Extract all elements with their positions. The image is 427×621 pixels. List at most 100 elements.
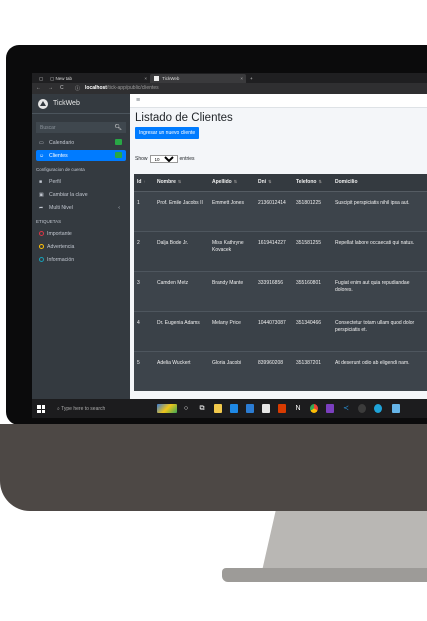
store-icon[interactable] <box>246 404 254 413</box>
status-badge <box>115 139 122 145</box>
add-client-button[interactable]: Ingresar un nuevo cliente <box>135 127 200 139</box>
cell-dni: 333916856 <box>255 270 293 311</box>
entries-label: entries <box>179 156 195 162</box>
cell-id: 3 <box>134 270 154 311</box>
browser-address-bar: ← → C ⓘ localhost/tick-app/public/client… <box>32 83 427 94</box>
monitor-stand-base <box>222 568 427 582</box>
vscode-icon[interactable]: ≺ <box>342 404 350 413</box>
column-header-id[interactable]: Id ↑ <box>134 174 154 192</box>
reload-icon[interactable]: C <box>60 85 64 91</box>
sidebar-item-label: Cambiar la clave <box>49 191 88 198</box>
chrome-icon[interactable] <box>310 404 318 413</box>
back-icon[interactable]: ← <box>36 85 41 91</box>
entries-length-control: Show 10 entries <box>135 155 195 163</box>
close-tab-icon[interactable]: × <box>144 76 147 81</box>
sidebar-item-importante[interactable]: Importante <box>36 228 126 239</box>
notion-icon[interactable]: N <box>294 404 302 413</box>
brand-logo-icon <box>38 98 48 109</box>
table-row[interactable]: 1 Prof. Emile Jacobs II Emmett Jones 213… <box>134 190 427 231</box>
sidebar-search-input[interactable]: Buscar 🔍︎ <box>36 122 126 133</box>
settings-icon[interactable] <box>358 404 366 413</box>
search-icon[interactable]: 🔍︎ <box>114 124 122 131</box>
cell-nombre: Camden Metz <box>154 270 209 311</box>
screen: ▢ ▢ New tab × TickWeb × + ← → C ⓘ localh… <box>32 73 427 418</box>
lock-icon: ▣ <box>39 191 44 198</box>
column-header-apellido[interactable]: Apellido ⇅ <box>209 174 255 192</box>
mail-icon[interactable] <box>230 404 238 413</box>
sidebar-toggle-icon[interactable]: ▢ <box>35 74 43 83</box>
notepad-icon[interactable] <box>262 404 270 413</box>
cell-nombre: Dr. Eugenia Adams <box>154 310 209 351</box>
clients-table: Id ↑ Nombre ⇅ Apellido ⇅ Dni ⇅ Telefono ⇅ Dom… <box>134 174 427 391</box>
sidebar-item-informacion[interactable]: Información <box>36 254 126 265</box>
sidebar-item-cambiar-clave[interactable]: ▣ Cambiar la clave <box>36 189 126 200</box>
sidebar: TickWeb Buscar 🔍︎ ▭ Calendario ☺ Cliente… <box>32 94 130 399</box>
sidebar-item-label: Información <box>47 256 75 263</box>
cell-telefono: 351387201 <box>293 350 332 391</box>
tab-title: New tab <box>55 76 73 81</box>
cortana-icon[interactable]: ○ <box>182 404 190 413</box>
column-header-telefono[interactable]: Telefono ⇅ <box>293 174 332 192</box>
sort-icon: ⇅ <box>233 179 238 185</box>
cell-telefono: 355160801 <box>293 270 332 311</box>
widgets-icon[interactable] <box>157 404 177 413</box>
taskbar-search-input[interactable]: ⌕ Type here to search <box>52 403 150 415</box>
calendar-icon: ▭ <box>39 139 44 146</box>
file-explorer-icon[interactable] <box>214 404 222 413</box>
labels-header: ETIQUETAS <box>36 219 62 224</box>
page-title: Listado de Clientes <box>135 112 233 124</box>
circle-icon <box>39 257 44 262</box>
show-label: Show <box>135 156 148 162</box>
table-row[interactable]: 4 Dr. Eugenia Adams Melany Price 1044073… <box>134 310 427 351</box>
browser-tab-newtab[interactable]: ▢ New tab × <box>46 74 150 83</box>
close-tab-icon[interactable]: × <box>240 76 243 81</box>
cell-dni: 2136012414 <box>255 190 293 231</box>
cell-id: 1 <box>134 190 154 231</box>
status-badge <box>115 152 122 158</box>
cell-domicilio: At deserunt odio ab eligendi nam. <box>332 350 427 391</box>
column-header-dni[interactable]: Dni ⇅ <box>255 174 293 192</box>
cell-domicilio: Suscipit perspiciatis nihil ipsa aut. <box>332 190 427 231</box>
monitor-stand <box>262 511 427 571</box>
hamburger-menu-icon[interactable]: ≡ <box>136 97 140 104</box>
sidebar-item-calendario[interactable]: ▭ Calendario <box>36 137 126 148</box>
brand-name: TickWeb <box>53 100 80 107</box>
table-row[interactable]: 2 Dalja Bode Jr. Miss Kathryne Kovacek 1… <box>134 230 427 271</box>
site-info-icon[interactable]: ⓘ <box>75 85 80 92</box>
share-icon: ➦ <box>39 204 44 211</box>
monitor-mockup: ▢ ▢ New tab × TickWeb × + ← → C ⓘ localh… <box>0 0 427 621</box>
url-path: /tick-app/public/clientes <box>106 85 159 91</box>
sort-icon: ↑ <box>143 179 146 185</box>
sidebar-item-clientes[interactable]: ☺ Clientes <box>36 150 126 161</box>
entries-select[interactable]: 10 <box>149 155 178 163</box>
cell-dni: 1619414227 <box>255 230 293 271</box>
table-row[interactable]: 5 Adelia Wuckert Gloria Jacobi 839960208… <box>134 350 427 391</box>
new-tab-button[interactable]: + <box>246 74 257 83</box>
task-view-icon[interactable]: ⧉ <box>198 404 206 413</box>
tab-favicon-icon <box>154 76 159 82</box>
sidebar-item-label: Calendario <box>49 139 75 146</box>
sidebar-item-advertencia[interactable]: Advertencia <box>36 241 126 252</box>
user-icon: ■ <box>39 178 43 185</box>
cell-dni: 1044073087 <box>255 310 293 351</box>
forward-icon[interactable]: → <box>48 85 53 91</box>
app-icon[interactable] <box>392 404 400 413</box>
sidebar-item-label: Advertencia <box>47 243 75 250</box>
browser-tab-tickweb[interactable]: TickWeb × <box>150 74 246 83</box>
url-field[interactable]: localhost/tick-app/public/clientes <box>85 85 159 91</box>
column-header-nombre[interactable]: Nombre ⇅ <box>154 174 209 192</box>
config-header: Configuracion de cuenta <box>36 167 85 172</box>
brand-link[interactable]: TickWeb <box>32 94 130 114</box>
sidebar-item-label: Clientes <box>49 152 68 159</box>
chevron-left-icon: ‹ <box>118 204 120 211</box>
users-icon: ☺ <box>39 152 45 159</box>
visual-studio-icon[interactable] <box>326 404 334 413</box>
column-header-domicilio[interactable]: Domicilio <box>332 174 427 192</box>
edge-icon[interactable] <box>374 404 382 413</box>
sidebar-item-perfil[interactable]: ■ Perfil <box>36 176 126 187</box>
table-row[interactable]: 3 Camden Metz Brandy Mante 333916856 355… <box>134 270 427 311</box>
search-placeholder: Buscar <box>40 124 56 131</box>
start-icon[interactable] <box>37 405 45 413</box>
office-icon[interactable] <box>278 404 286 413</box>
sidebar-item-multi-nivel[interactable]: ➦ Multi Nivel ‹ <box>36 202 126 213</box>
